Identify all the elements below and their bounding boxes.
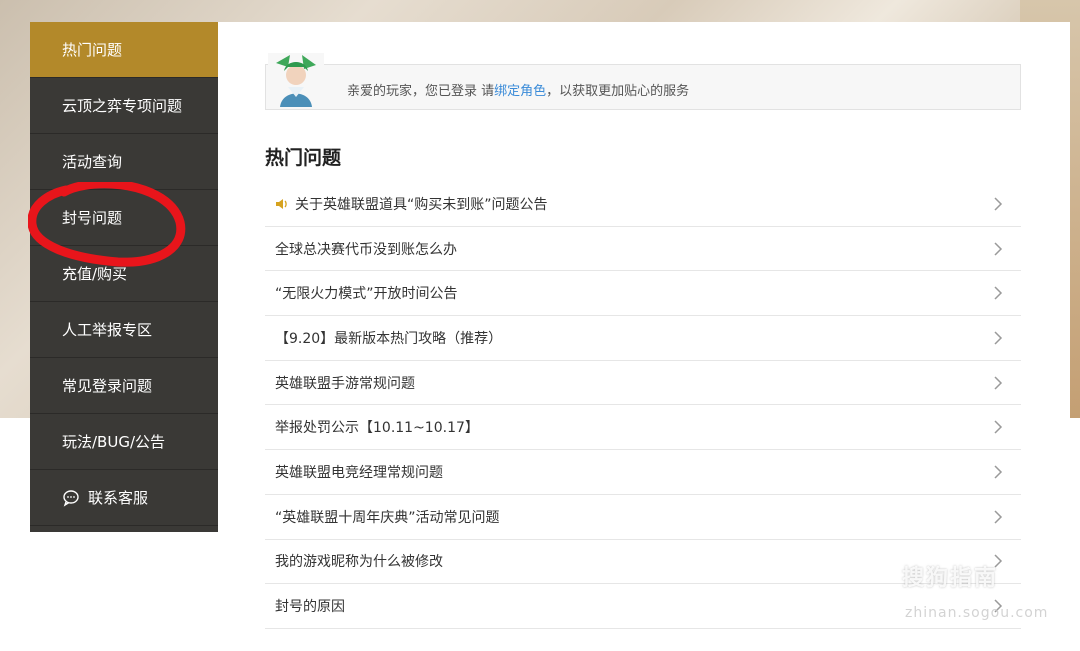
main-panel: 亲爱的玩家，您已登录 请绑定角色，以获取更加贴心的服务 热门问题 关于英雄联盟道… xyxy=(218,22,1070,651)
sidebar-item-label: 封号问题 xyxy=(62,209,123,227)
question-text: “英雄联盟十周年庆典”活动常见问题 xyxy=(275,509,500,526)
question-text: 关于英雄联盟道具“购买未到账”问题公告 xyxy=(295,196,548,213)
question-text: 举报处罚公示【10.11~10.17】 xyxy=(275,420,479,437)
chevron-right-icon xyxy=(994,286,1003,300)
sidebar-item-label: 充值/购买 xyxy=(62,265,128,283)
section-title: 热门问题 xyxy=(265,147,342,169)
chevron-right-icon xyxy=(994,465,1003,479)
question-text: 【9.20】最新版本热门攻略（推荐） xyxy=(275,330,503,347)
list-item[interactable]: 全球总决赛代币没到账怎么办 xyxy=(265,227,1021,272)
sidebar-item-label: 常见登录问题 xyxy=(62,377,153,395)
sidebar-nav: 热门问题 云顶之弈专项问题 活动查询 封号问题 充值/购买 人工举报专区 常见登… xyxy=(30,22,218,532)
sidebar-item-label: 联系客服 xyxy=(88,489,149,507)
list-item[interactable]: 关于英雄联盟道具“购买未到账”问题公告 xyxy=(265,182,1021,227)
question-text: 全球总决赛代币没到账怎么办 xyxy=(275,241,457,258)
question-text: 我的游戏昵称为什么被修改 xyxy=(275,554,443,571)
watermark: 搜狗指南 xyxy=(902,566,999,591)
list-item[interactable]: 英雄联盟电竞经理常规问题 xyxy=(265,450,1021,495)
chevron-right-icon xyxy=(994,376,1003,390)
question-text: 封号的原因 xyxy=(275,599,345,616)
sidebar-item-login[interactable]: 常见登录问题 xyxy=(30,358,218,414)
chat-bubble-icon xyxy=(63,489,79,507)
speaker-icon xyxy=(276,198,287,209)
list-item[interactable]: “无限火力模式”开放时间公告 xyxy=(265,271,1021,317)
question-text: 英雄联盟电竞经理常规问题 xyxy=(275,464,443,481)
bind-role-link[interactable]: 绑定角色 xyxy=(494,84,546,99)
watermark-url: zhinan.sogou.com xyxy=(905,605,1049,621)
avatar xyxy=(268,53,324,109)
sidebar-item-gameplay[interactable]: 玩法/BUG/公告 xyxy=(30,414,218,470)
chevron-right-icon xyxy=(994,420,1003,434)
list-item[interactable]: 举报处罚公示【10.11~10.17】 xyxy=(265,405,1021,451)
chevron-right-icon xyxy=(994,510,1003,524)
login-notice: 亲爱的玩家，您已登录 请绑定角色，以获取更加贴心的服务 xyxy=(265,53,1021,110)
notice-text: 亲爱的玩家，您已登录 请绑定角色，以获取更加贴心的服务 xyxy=(347,80,689,99)
chevron-right-icon xyxy=(994,197,1003,211)
list-item[interactable]: 【9.20】最新版本热门攻略（推荐） xyxy=(265,316,1021,361)
sidebar-item-label: 活动查询 xyxy=(62,153,123,171)
notice-suffix: ，以获取更加贴心的服务 xyxy=(546,84,690,99)
sidebar-item-activity[interactable]: 活动查询 xyxy=(30,134,218,190)
chevron-right-icon xyxy=(994,242,1003,256)
sidebar-item-label: 玩法/BUG/公告 xyxy=(62,433,166,451)
list-item[interactable]: “英雄联盟十周年庆典”活动常见问题 xyxy=(265,495,1021,540)
notice-prefix: 亲爱的玩家，您已登录 请 xyxy=(347,84,495,99)
list-item[interactable]: 英雄联盟手游常规问题 xyxy=(265,361,1021,406)
sidebar-item-label: 人工举报专区 xyxy=(62,321,153,339)
sidebar-item-label: 热门问题 xyxy=(62,41,123,59)
question-text: “无限火力模式”开放时间公告 xyxy=(275,286,458,303)
sidebar-item-report[interactable]: 人工举报专区 xyxy=(30,302,218,358)
sidebar-item-ban[interactable]: 封号问题 xyxy=(30,190,218,246)
sidebar-item-contact[interactable]: 联系客服 xyxy=(30,470,218,526)
sidebar-item-tft[interactable]: 云顶之弈专项问题 xyxy=(30,78,218,134)
sidebar-item-recharge[interactable]: 充值/购买 xyxy=(30,246,218,302)
sidebar-item-label: 云顶之弈专项问题 xyxy=(62,97,183,115)
chevron-right-icon xyxy=(994,331,1003,345)
question-text: 英雄联盟手游常规问题 xyxy=(275,375,415,392)
sidebar-item-hot-questions[interactable]: 热门问题 xyxy=(30,22,218,78)
